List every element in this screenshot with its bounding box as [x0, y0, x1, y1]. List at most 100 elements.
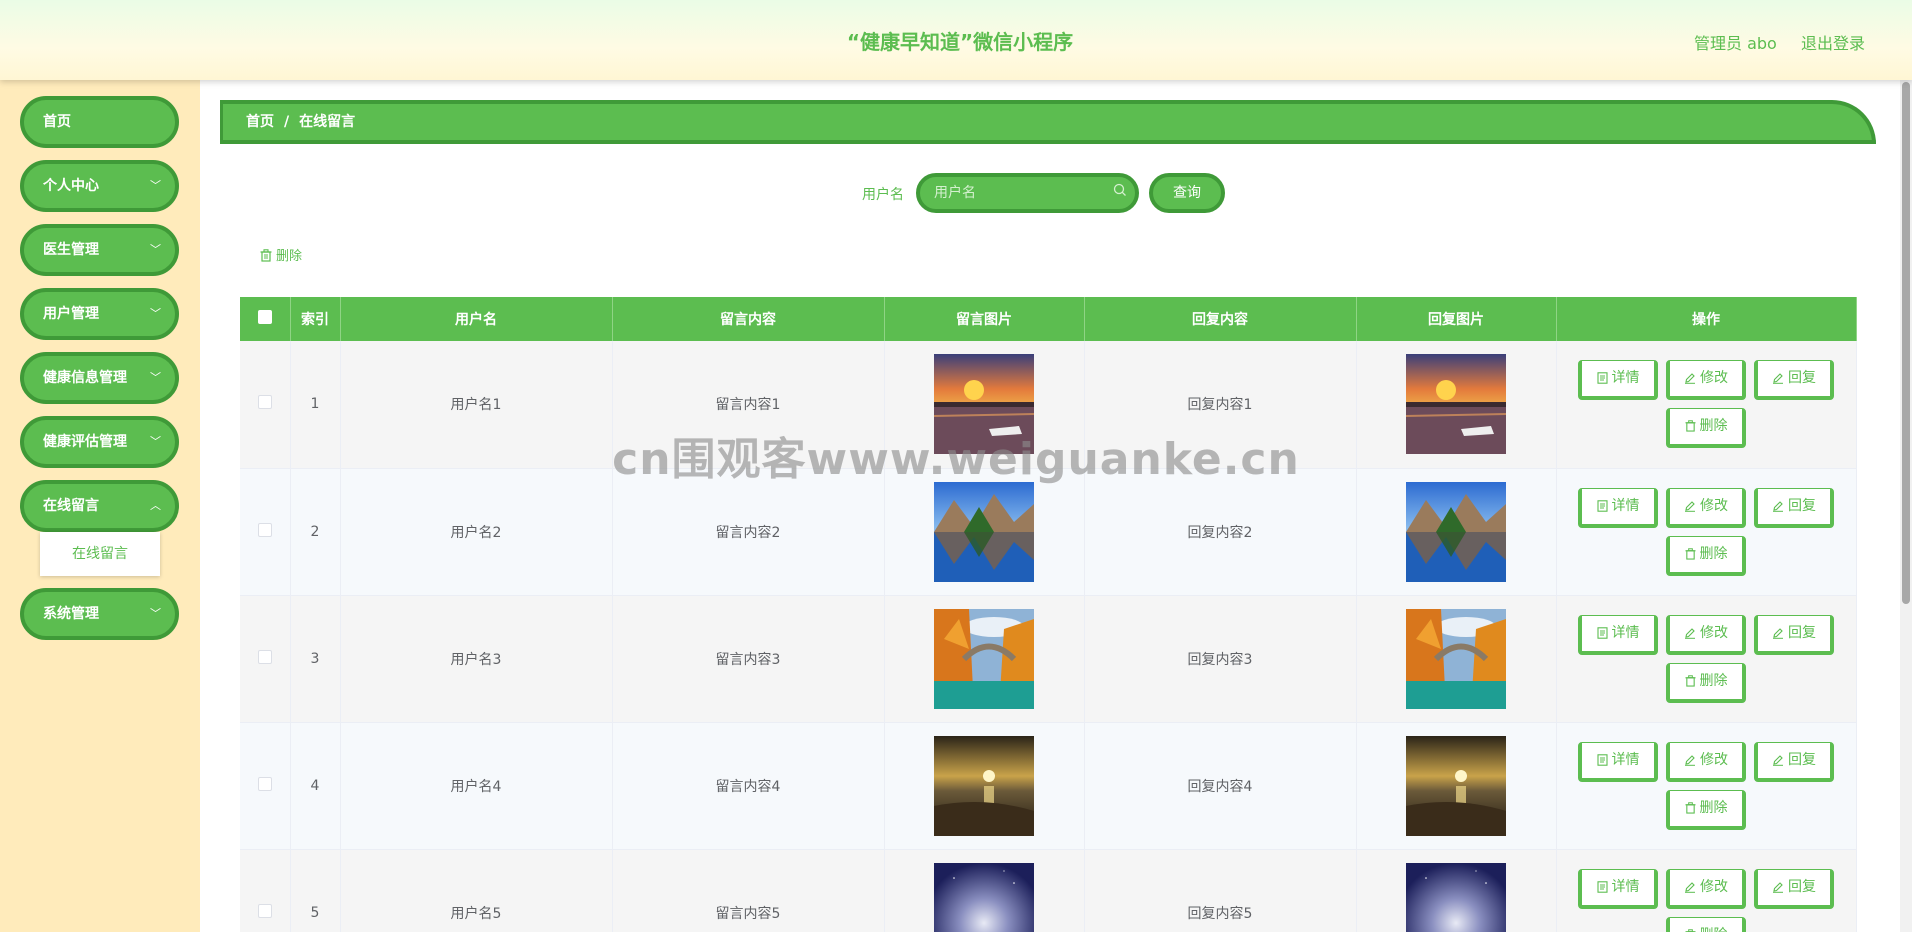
reply-image[interactable] — [1406, 481, 1506, 582]
reply-button[interactable]: 回复 — [1754, 487, 1834, 528]
reply-button-label: 回复 — [1788, 370, 1816, 387]
delete-button[interactable]: 删除 — [1666, 535, 1746, 576]
index-cell: 3 — [290, 595, 341, 723]
reply-image-cell — [1356, 341, 1557, 469]
logout-link[interactable]: 退出登录 — [1801, 30, 1865, 54]
row-select-cell — [240, 341, 291, 469]
sidebar-item-label: 系统管理 — [43, 606, 99, 622]
search-icon — [1113, 183, 1127, 201]
delete-button-label: 删除 — [1699, 672, 1728, 689]
trash-icon — [1684, 420, 1696, 432]
row-checkbox[interactable] — [257, 649, 272, 664]
query-button[interactable]: 查询 — [1149, 173, 1225, 213]
delete-button[interactable]: 删除 — [1666, 662, 1746, 703]
reply-image[interactable] — [1406, 608, 1506, 709]
trash-icon — [260, 249, 272, 262]
sidebar-item-health-assessment[interactable]: 健康评估管理 ﹀ — [20, 416, 179, 468]
edit-button[interactable]: 修改 — [1666, 614, 1746, 655]
sidebar-item-label: 在线留言 — [43, 498, 99, 514]
chevron-down-icon: ﹀ — [150, 179, 161, 192]
reply-button[interactable]: 回复 — [1754, 360, 1834, 401]
document-icon — [1596, 626, 1608, 639]
row-checkbox[interactable] — [257, 522, 272, 537]
message-image[interactable] — [934, 608, 1034, 709]
sidebar-item-health-info[interactable]: 健康信息管理 ﹀ — [20, 352, 179, 404]
breadcrumb-home[interactable]: 首页 — [246, 114, 274, 130]
pencil-icon — [1685, 500, 1695, 512]
detail-button[interactable]: 详情 — [1578, 614, 1658, 655]
detail-button[interactable]: 详情 — [1578, 741, 1658, 782]
edit-button[interactable]: 修改 — [1666, 868, 1746, 909]
edit-button[interactable]: 修改 — [1666, 360, 1746, 401]
edit-button[interactable]: 修改 — [1666, 741, 1746, 782]
scrollbar-thumb[interactable] — [1902, 82, 1910, 604]
reply-image[interactable] — [1406, 862, 1506, 932]
reply-button[interactable]: 回复 — [1754, 868, 1834, 909]
message-image-cell — [884, 722, 1085, 850]
reply-button[interactable]: 回复 — [1754, 614, 1834, 655]
sidebar-item-home[interactable]: 首页 — [20, 96, 179, 148]
chevron-down-icon: ﹀ — [150, 307, 161, 320]
detail-button[interactable]: 详情 — [1578, 487, 1658, 528]
message-image[interactable] — [934, 354, 1034, 455]
sidebar-item-user-management[interactable]: 用户管理 ﹀ — [20, 288, 179, 340]
document-icon — [1596, 880, 1608, 893]
column-header: 用户名 — [340, 297, 613, 341]
reply-button[interactable]: 回复 — [1754, 741, 1834, 782]
detail-button[interactable]: 详情 — [1578, 360, 1658, 401]
pencil-icon — [1685, 373, 1695, 385]
row-checkbox[interactable] — [257, 903, 272, 918]
message-table: 索引 用户名 留言内容 留言图片 回复内容 回复图片 操作 1 用户名1 留言内… — [240, 297, 1857, 932]
vertical-scrollbar[interactable] — [1900, 80, 1912, 932]
detail-button-label: 详情 — [1611, 497, 1640, 514]
table-row: 5 用户名5 留言内容5 回复内容5 详情 修改 回复 删除 — [240, 849, 1857, 932]
sidebar: 首页 个人中心 ﹀ 医生管理 ﹀ 用户管理 ﹀ 健康信息管理 ﹀ 健康评估管理 … — [0, 80, 200, 932]
message-image[interactable] — [934, 862, 1034, 932]
breadcrumb: 首页 / 在线留言 — [220, 100, 1876, 144]
select-all-checkbox[interactable] — [257, 310, 272, 324]
detail-button-label: 详情 — [1611, 624, 1640, 641]
sidebar-item-personal-center[interactable]: 个人中心 ﹀ — [20, 160, 179, 212]
delete-button-label: 删除 — [1699, 545, 1728, 562]
row-checkbox[interactable] — [257, 776, 272, 791]
column-header: 回复图片 — [1356, 297, 1557, 341]
sidebar-item-doctor-management[interactable]: 医生管理 ﹀ — [20, 224, 179, 276]
chevron-down-icon: ﹀ — [150, 435, 161, 448]
chevron-down-icon: ﹀ — [150, 371, 161, 384]
submenu-item-online-message[interactable]: 在线留言 — [40, 532, 160, 576]
detail-button[interactable]: 详情 — [1578, 868, 1658, 909]
sidebar-item-label: 健康信息管理 — [43, 370, 127, 386]
message-content-cell: 留言内容5 — [612, 849, 885, 932]
message-content-cell: 留言内容1 — [612, 341, 885, 469]
delete-button-label: 删除 — [1699, 418, 1728, 435]
chevron-up-icon: ︿ — [150, 499, 161, 512]
message-image[interactable] — [934, 735, 1034, 836]
sidebar-item-online-message[interactable]: 在线留言 ︿ — [20, 480, 179, 532]
message-image[interactable] — [934, 481, 1034, 582]
trash-icon — [1684, 928, 1696, 932]
edit-button[interactable]: 修改 — [1666, 487, 1746, 528]
chevron-down-icon: ﹀ — [150, 243, 161, 256]
breadcrumb-separator: / — [284, 114, 290, 130]
message-image-cell — [884, 595, 1085, 723]
search-input[interactable] — [934, 177, 1104, 209]
column-header: 留言内容 — [612, 297, 885, 341]
table-row: 3 用户名3 留言内容3 回复内容3 详情 修改 回复 删除 — [240, 595, 1857, 723]
sidebar-item-label: 健康评估管理 — [43, 434, 127, 450]
message-image-cell — [884, 468, 1085, 596]
batch-delete-button[interactable]: 删除 — [260, 245, 302, 264]
reply-image[interactable] — [1406, 354, 1506, 455]
search-box — [916, 173, 1139, 213]
delete-button[interactable]: 删除 — [1666, 789, 1746, 830]
edit-button-label: 修改 — [1700, 751, 1728, 768]
actions-cell: 详情 修改 回复 删除 — [1556, 595, 1857, 723]
delete-button[interactable]: 删除 — [1666, 408, 1746, 449]
row-checkbox[interactable] — [257, 395, 272, 410]
reply-image-cell — [1356, 595, 1557, 723]
username-cell: 用户名3 — [340, 595, 613, 723]
reply-image[interactable] — [1406, 735, 1506, 836]
sidebar-item-system-management[interactable]: 系统管理 ﹀ — [20, 588, 179, 640]
delete-button[interactable]: 删除 — [1666, 916, 1746, 932]
reply-content-cell: 回复内容3 — [1084, 595, 1357, 723]
message-image-cell — [884, 849, 1085, 932]
